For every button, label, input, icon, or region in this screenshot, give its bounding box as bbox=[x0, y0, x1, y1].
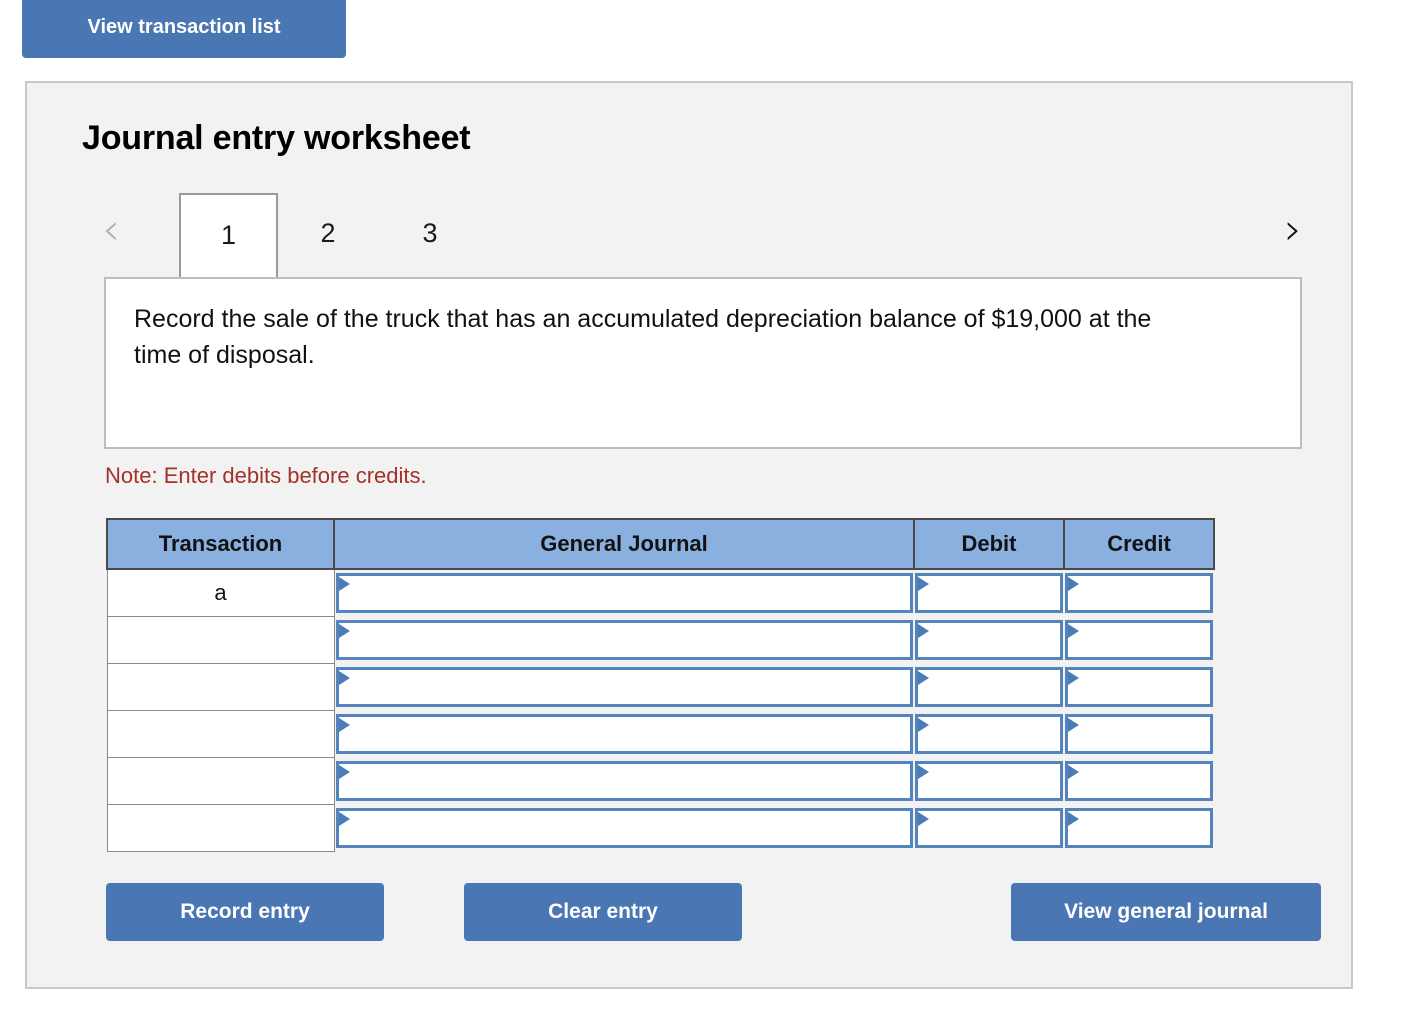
general-journal-cell[interactable] bbox=[334, 663, 914, 711]
general-journal-cell[interactable] bbox=[334, 804, 914, 852]
transaction-cell bbox=[106, 757, 335, 805]
debit-input[interactable] bbox=[915, 573, 1063, 614]
credit-input[interactable] bbox=[1065, 667, 1213, 707]
debits-before-credits-note: Note: Enter debits before credits. bbox=[105, 463, 427, 488]
table-row bbox=[106, 757, 1214, 805]
debit-cell[interactable] bbox=[914, 804, 1064, 852]
credit-cell[interactable] bbox=[1064, 804, 1214, 852]
debit-cell[interactable] bbox=[914, 663, 1064, 711]
credit-cell[interactable] bbox=[1064, 663, 1214, 711]
general-journal-cell[interactable] bbox=[334, 757, 914, 805]
general-journal-select[interactable] bbox=[335, 761, 913, 801]
transaction-cell bbox=[106, 663, 335, 711]
general-journal-select[interactable] bbox=[335, 808, 913, 848]
column-header-debit: Debit bbox=[913, 518, 1065, 570]
debit-cell[interactable] bbox=[914, 616, 1064, 664]
page-title: Journal entry worksheet bbox=[82, 119, 471, 157]
credit-input[interactable] bbox=[1065, 808, 1213, 848]
tab-content-panel: Record the sale of the truck that has an… bbox=[104, 277, 1302, 449]
general-journal-select[interactable] bbox=[335, 714, 913, 754]
debit-cell[interactable] bbox=[914, 710, 1064, 758]
table-row bbox=[106, 663, 1214, 711]
general-journal-cell[interactable] bbox=[334, 616, 914, 664]
table-row bbox=[106, 710, 1214, 758]
tab-bar: ‹ 1 2 3 › bbox=[82, 193, 1325, 278]
column-header-credit: Credit bbox=[1063, 518, 1215, 570]
worksheet-panel: Journal entry worksheet ‹ 1 2 3 › Record… bbox=[25, 81, 1353, 989]
general-journal-select[interactable] bbox=[335, 620, 913, 660]
debit-cell[interactable] bbox=[914, 757, 1064, 805]
view-transaction-list-button[interactable]: View transaction list bbox=[22, 0, 346, 58]
general-journal-cell[interactable] bbox=[334, 710, 914, 758]
credit-input[interactable] bbox=[1065, 714, 1213, 754]
general-journal-cell[interactable] bbox=[334, 569, 914, 617]
credit-cell[interactable] bbox=[1064, 710, 1214, 758]
transaction-description: Record the sale of the truck that has an… bbox=[134, 305, 1152, 370]
journal-entry-table-body: a bbox=[106, 568, 1214, 852]
credit-cell[interactable] bbox=[1064, 757, 1214, 805]
tab-2[interactable]: 2 bbox=[298, 193, 358, 277]
general-journal-select[interactable] bbox=[335, 667, 913, 707]
credit-input[interactable] bbox=[1065, 573, 1213, 614]
debit-input[interactable] bbox=[915, 620, 1063, 660]
chevron-left-icon[interactable]: ‹ bbox=[94, 207, 128, 257]
chevron-right-icon[interactable]: › bbox=[1276, 207, 1310, 257]
column-header-transaction: Transaction bbox=[106, 518, 335, 570]
debit-input[interactable] bbox=[915, 667, 1063, 707]
transaction-cell: a bbox=[106, 568, 335, 617]
credit-input[interactable] bbox=[1065, 761, 1213, 801]
debit-input[interactable] bbox=[915, 808, 1063, 848]
table-row bbox=[106, 804, 1214, 852]
transaction-cell bbox=[106, 804, 335, 852]
table-row bbox=[106, 616, 1214, 664]
column-header-general-journal: General Journal bbox=[333, 518, 915, 570]
debit-input[interactable] bbox=[915, 714, 1063, 754]
table-row: a bbox=[106, 568, 1214, 617]
credit-cell[interactable] bbox=[1064, 569, 1214, 617]
credit-input[interactable] bbox=[1065, 620, 1213, 660]
transaction-cell bbox=[106, 710, 335, 758]
credit-cell[interactable] bbox=[1064, 616, 1214, 664]
clear-entry-button[interactable]: Clear entry bbox=[464, 883, 742, 941]
view-general-journal-button[interactable]: View general journal bbox=[1011, 883, 1321, 941]
tab-1[interactable]: 1 bbox=[179, 193, 278, 277]
record-entry-button[interactable]: Record entry bbox=[106, 883, 384, 941]
table-header-row: Transaction General Journal Debit Credit bbox=[106, 518, 1215, 570]
journal-entry-table: Transaction General Journal Debit Credit… bbox=[106, 518, 1215, 852]
general-journal-select[interactable] bbox=[335, 573, 913, 614]
transaction-cell bbox=[106, 616, 335, 664]
tab-3[interactable]: 3 bbox=[400, 193, 460, 277]
debit-cell[interactable] bbox=[914, 569, 1064, 617]
worksheet-panel-inner: Journal entry worksheet ‹ 1 2 3 › Record… bbox=[82, 83, 1351, 987]
debit-input[interactable] bbox=[915, 761, 1063, 801]
